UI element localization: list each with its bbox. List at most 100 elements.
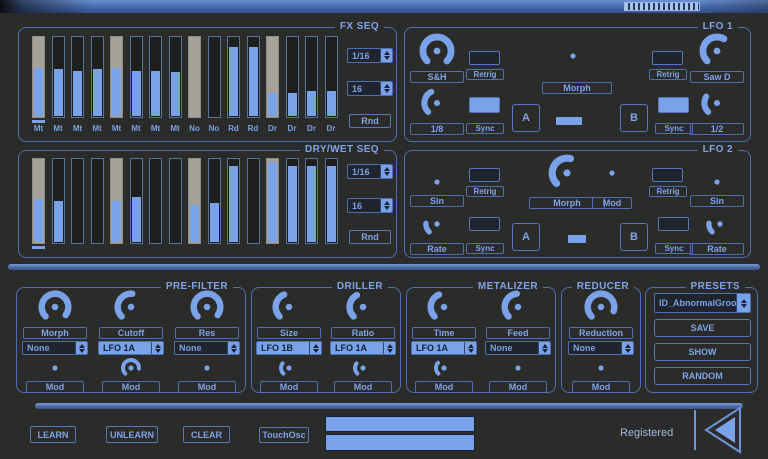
lfo1-rate-b-knob[interactable] [700,86,734,120]
stepper-icon[interactable] [621,342,633,354]
metalizer-feed-mod-knob[interactable] [507,357,529,379]
seq-step-slider[interactable] [188,158,201,244]
seq-step-slider[interactable] [305,158,318,244]
stepper-icon[interactable] [380,165,392,178]
brand-triangle-logo[interactable] [690,405,748,459]
seq-step-type-label[interactable]: Dr [264,124,281,133]
seq-step-slider[interactable] [52,36,65,118]
seq-step-slider[interactable] [188,36,201,118]
stepper-icon[interactable] [227,342,239,354]
driller-ratio-mod-source-dropdown[interactable]: LFO 1A [330,341,396,355]
lfo1-morph-mini-slider[interactable] [556,117,582,125]
seq-step-slider[interactable] [169,36,182,118]
pre-filter-cutoff-mod-knob[interactable] [120,357,142,379]
seq-step-slider[interactable] [71,158,84,244]
stepper-icon[interactable] [380,199,392,212]
stepper-icon[interactable] [464,342,476,354]
seq-step-slider[interactable] [208,158,221,244]
seq-step-type-label[interactable]: Mt [108,124,125,133]
metalizer-time-mod-source-dropdown[interactable]: LFO 1A [411,341,477,355]
pre-filter-res-mod-knob[interactable] [196,357,218,379]
lfo2-a-button[interactable]: A [512,223,540,251]
drywet-seq-random-button[interactable]: Rnd [349,230,391,244]
driller-ratio-mod-knob[interactable] [352,357,374,379]
reducer-reduction-knob[interactable] [583,289,619,325]
seq-step-type-label[interactable]: Mt [50,124,67,133]
seq-step-slider[interactable] [286,158,299,244]
touchosc-button[interactable]: TouchOsc [259,427,309,443]
seq-step-slider[interactable] [91,36,104,118]
pre-filter-res-mod-source-dropdown[interactable]: None [174,341,240,355]
lfo2-retrig-b-checkbox[interactable] [652,168,683,182]
seq-step-slider[interactable] [247,36,260,118]
lfo2-sync-a-checkbox[interactable] [469,217,500,231]
reducer-reduction-mod-source-dropdown[interactable]: None [568,341,634,355]
seq-step-slider[interactable] [52,158,65,244]
lfo1-wave-a-knob[interactable] [418,32,456,70]
pre-filter-morph-mod-source-dropdown[interactable]: None [22,341,88,355]
lfo2-rate-a-knob[interactable] [422,209,452,239]
seq-step-type-label[interactable]: Mt [30,124,47,133]
seq-step-slider[interactable] [305,36,318,118]
seq-step-slider[interactable] [286,36,299,118]
random-button[interactable]: RANDOM [654,367,751,385]
pre-filter-morph-mod-knob[interactable] [44,357,66,379]
stepper-icon[interactable] [380,49,392,62]
seq-step-type-label[interactable]: Rd [245,124,262,133]
seq-step-slider[interactable] [130,158,143,244]
seq-step-type-label[interactable]: Mt [147,124,164,133]
driller-size-knob[interactable] [271,289,307,325]
seq-step-type-label[interactable]: Rd [225,124,242,133]
seq-step-slider[interactable] [325,158,338,244]
lfo1-retrig-a-checkbox[interactable] [469,51,500,65]
stepper-icon[interactable] [736,294,750,312]
driller-size-mod-knob[interactable] [278,357,300,379]
lfo2-rate-b-knob[interactable] [705,209,735,239]
preset-select-dropdown[interactable]: ID_AbnormalGroo... [654,293,751,313]
driller-size-mod-source-dropdown[interactable]: LFO 1B [256,341,322,355]
seq-step-type-label[interactable]: Mt [89,124,106,133]
lfo2-wave-a-knob[interactable] [426,171,448,193]
seq-step-type-label[interactable]: Dr [303,124,320,133]
save-button[interactable]: SAVE [654,319,751,337]
pre-filter-res-knob[interactable] [189,289,225,325]
lfo1-morph-knob[interactable] [561,44,585,68]
metalizer-feed-knob[interactable] [500,289,536,325]
lfo2-b-button[interactable]: B [620,223,648,251]
seq-step-slider[interactable] [169,158,182,244]
seq-step-slider[interactable] [325,36,338,118]
stepper-icon[interactable] [383,342,395,354]
seq-step-type-label[interactable]: No [206,124,223,133]
seq-step-type-label[interactable]: Mt [69,124,86,133]
lfo2-morph-knob[interactable] [547,153,587,193]
seq-step-slider[interactable] [247,158,260,244]
seq-step-slider[interactable] [130,36,143,118]
seq-step-slider[interactable] [149,158,162,244]
stepper-icon[interactable] [309,342,321,354]
lfo2-morph-mini-slider[interactable] [568,235,586,243]
seq-step-type-label[interactable]: Dr [323,124,340,133]
clear-button[interactable]: CLEAR [183,426,230,443]
seq-step-slider[interactable] [71,36,84,118]
lfo1-rate-a-knob[interactable] [420,86,454,120]
fx-seq-rate-dropdown[interactable]: 1/16 [347,48,393,63]
pre-filter-morph-knob[interactable] [37,289,73,325]
seq-step-slider[interactable] [208,36,221,118]
learn-button[interactable]: LEARN [30,426,76,443]
drywet-seq-length-dropdown[interactable]: 16 [347,198,393,213]
seq-step-type-label[interactable]: Mt [167,124,184,133]
unlearn-button[interactable]: UNLEARN [106,426,158,443]
lfo1-wave-b-knob[interactable] [698,32,736,70]
pre-filter-cutoff-mod-source-dropdown[interactable]: LFO 1A [98,341,164,355]
pre-filter-cutoff-knob[interactable] [113,289,149,325]
stepper-icon[interactable] [380,82,392,95]
show-button[interactable]: SHOW [654,343,751,361]
metalizer-time-mod-knob[interactable] [433,357,455,379]
stepper-icon[interactable] [75,342,87,354]
fx-seq-random-button[interactable]: Rnd [349,114,391,128]
seq-step-slider[interactable] [227,36,240,118]
seq-step-slider[interactable] [266,36,279,118]
lfo2-mod-knob[interactable] [601,162,623,184]
reducer-reduction-mod-knob[interactable] [590,357,612,379]
seq-step-type-label[interactable]: Dr [284,124,301,133]
